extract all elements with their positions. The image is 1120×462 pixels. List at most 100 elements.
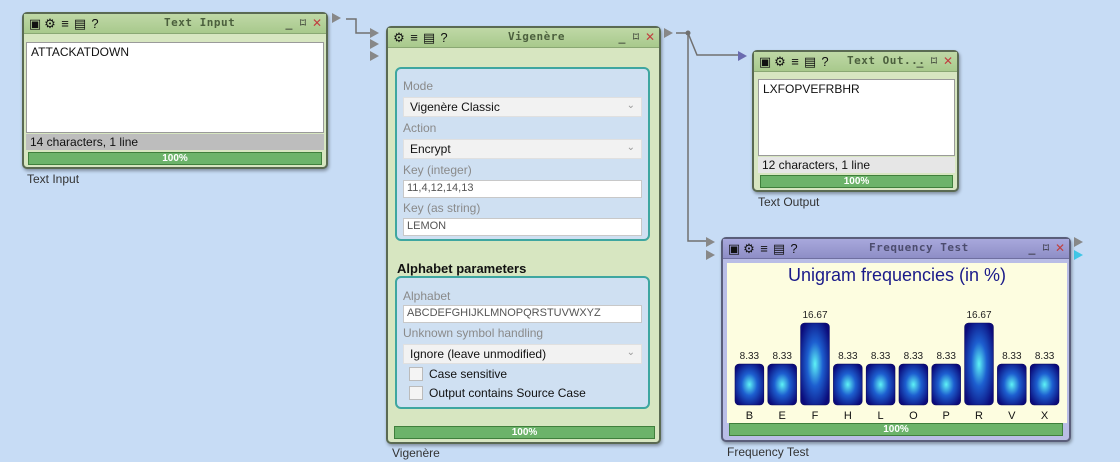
image-icon[interactable]: ▣ — [758, 54, 772, 69]
category-label: P — [943, 410, 950, 422]
maximize-icon[interactable]: ⌑ — [928, 53, 940, 69]
output-port[interactable] — [1074, 250, 1083, 260]
input-port[interactable] — [706, 250, 715, 260]
input-port[interactable] — [370, 28, 379, 38]
chevron-down-icon: ⌄ — [626, 347, 635, 358]
minimize-icon[interactable]: _ — [283, 15, 295, 31]
bar-B — [734, 363, 765, 406]
case-sensitive-checkbox[interactable] — [409, 367, 423, 381]
text-input-panel[interactable]: ▣ ⚙ ≡ ▤ ? Text Input _ ⌑ ✕ ATTACKATDOWN … — [22, 12, 328, 169]
minimize-icon[interactable]: _ — [914, 53, 926, 69]
mode-select[interactable]: Vigenère Classic ⌄ — [403, 97, 642, 117]
panel-label: Text Output — [758, 195, 820, 209]
help-icon[interactable]: ? — [787, 241, 801, 256]
text-output-panel[interactable]: ▣ ⚙ ≡ ▤ ? Text Out... _ ⌑ ✕ LXFOPVEFRBHR… — [752, 50, 959, 192]
alphabet-section-heading: Alphabet parameters — [397, 261, 527, 276]
maximize-icon[interactable]: ⌑ — [630, 29, 642, 45]
chevron-down-icon: ⌄ — [626, 100, 635, 111]
gear-icon[interactable]: ⚙ — [392, 30, 406, 45]
output-port[interactable] — [1074, 237, 1083, 247]
bar-H — [833, 363, 863, 406]
list-icon[interactable]: ≡ — [757, 241, 771, 256]
help-icon[interactable]: ? — [437, 30, 451, 45]
chart-area: Unigram frequencies (in %) 8.33 B 8.33 E 16.… — [727, 263, 1067, 423]
category-label: B — [746, 410, 753, 422]
help-icon[interactable]: ? — [88, 16, 102, 31]
title-bar[interactable]: ▣ ⚙ ≡ ▤ ? Text Input _ ⌑ ✕ — [24, 14, 326, 34]
cipher-settings-group: Mode Vigenère Classic ⌄ Action Encrypt ⌄… — [395, 67, 650, 241]
gear-icon[interactable]: ⚙ — [43, 16, 57, 31]
wire-vigenere-to-frequency — [687, 33, 706, 242]
minimize-icon[interactable]: _ — [616, 29, 628, 45]
input-port[interactable] — [370, 51, 379, 61]
bar-O — [898, 363, 929, 406]
image-icon[interactable]: ▣ — [28, 16, 42, 31]
unknown-symbol-label: Unknown symbol handling — [403, 326, 544, 340]
maximize-icon[interactable]: ⌑ — [297, 15, 309, 31]
alphabet-field[interactable]: ABCDEFGHIJKLMNOPQRSTUVWXYZ — [403, 305, 642, 323]
vigenere-panel[interactable]: ⚙ ≡ ▤ ? Vigenère _ ⌑ ✕ Mode Vigenère Cla… — [386, 26, 661, 444]
input-port[interactable] — [706, 237, 715, 247]
clipboard-icon[interactable]: ▤ — [772, 241, 786, 256]
close-icon[interactable]: ✕ — [644, 29, 656, 45]
progress-bar: 100% — [28, 152, 322, 165]
output-source-case-label: Output contains Source Case — [429, 386, 586, 400]
gear-icon[interactable]: ⚙ — [742, 241, 756, 256]
clipboard-icon[interactable]: ▤ — [803, 54, 817, 69]
frequency-chart: 8.33 B 8.33 E 16.67 F 8.33 H 8.33 L 8.33 O 8.33 P 16.6… — [734, 310, 1060, 422]
bar-value-label: 8.33 — [1002, 351, 1022, 362]
unknown-symbol-value: Ignore (leave unmodified) — [410, 347, 547, 361]
bar-value-label: 8.33 — [838, 351, 858, 362]
clipboard-icon[interactable]: ▤ — [422, 30, 436, 45]
alphabet-settings-group: Alphabet ABCDEFGHIJKLMNOPQRSTUVWXYZ Unkn… — [395, 276, 650, 409]
panel-title: Vigenère — [508, 30, 565, 43]
bar-value-label: 8.33 — [871, 351, 891, 362]
close-icon[interactable]: ✕ — [311, 15, 323, 31]
title-bar[interactable]: ▣ ⚙ ≡ ▤ ? Frequency Test _ ⌑ ✕ — [723, 239, 1069, 259]
close-icon[interactable]: ✕ — [1054, 240, 1066, 256]
input-port[interactable] — [738, 51, 747, 61]
output-source-case-checkbox[interactable] — [409, 386, 423, 400]
clipboard-icon[interactable]: ▤ — [73, 16, 87, 31]
bar-value-label: 8.33 — [772, 351, 792, 362]
title-bar[interactable]: ▣ ⚙ ≡ ▤ ? Text Out... _ ⌑ ✕ — [754, 52, 957, 72]
panel-label: Vigenère — [392, 446, 440, 460]
category-label: F — [812, 410, 819, 422]
bar-E — [767, 363, 797, 406]
wire-input-to-vigenere — [346, 18, 370, 34]
status-line: 12 characters, 1 line — [758, 157, 955, 173]
bar-value-label: 8.33 — [936, 351, 956, 362]
status-line: 14 characters, 1 line — [26, 134, 324, 150]
action-value: Encrypt — [410, 142, 451, 156]
case-sensitive-label: Case sensitive — [429, 367, 508, 381]
help-icon[interactable]: ? — [818, 54, 832, 69]
frequency-test-panel[interactable]: ▣ ⚙ ≡ ▤ ? Frequency Test _ ⌑ ✕ Unigram f… — [721, 237, 1071, 442]
category-label: E — [779, 410, 786, 422]
panel-label: Frequency Test — [727, 445, 809, 459]
bar-R — [964, 322, 994, 406]
unknown-symbol-select[interactable]: Ignore (leave unmodified) ⌄ — [403, 344, 642, 364]
chevron-down-icon: ⌄ — [626, 142, 635, 153]
key-integer-field[interactable]: 11,4,12,14,13 — [403, 180, 642, 198]
bar-F — [800, 322, 830, 406]
output-port[interactable] — [664, 28, 673, 38]
title-bar[interactable]: ⚙ ≡ ▤ ? Vigenère _ ⌑ ✕ — [388, 28, 659, 48]
input-port[interactable] — [370, 39, 379, 49]
list-icon[interactable]: ≡ — [407, 30, 421, 45]
key-string-field[interactable]: LEMON — [403, 218, 642, 236]
minimize-icon[interactable]: _ — [1026, 240, 1038, 256]
output-text-area[interactable]: LXFOPVEFRBHR — [758, 79, 955, 156]
maximize-icon[interactable]: ⌑ — [1040, 240, 1052, 256]
close-icon[interactable]: ✕ — [942, 53, 954, 69]
list-icon[interactable]: ≡ — [58, 16, 72, 31]
category-label: L — [878, 410, 884, 422]
output-port[interactable] — [332, 13, 341, 23]
gear-icon[interactable]: ⚙ — [773, 54, 787, 69]
action-select[interactable]: Encrypt ⌄ — [403, 139, 642, 159]
list-icon[interactable]: ≡ — [788, 54, 802, 69]
bar-value-label: 8.33 — [904, 351, 924, 362]
bar-value-label: 8.33 — [1035, 351, 1055, 362]
image-icon[interactable]: ▣ — [727, 241, 741, 256]
bar-value-label: 16.67 — [966, 310, 991, 321]
input-text-area[interactable]: ATTACKATDOWN — [26, 42, 324, 133]
